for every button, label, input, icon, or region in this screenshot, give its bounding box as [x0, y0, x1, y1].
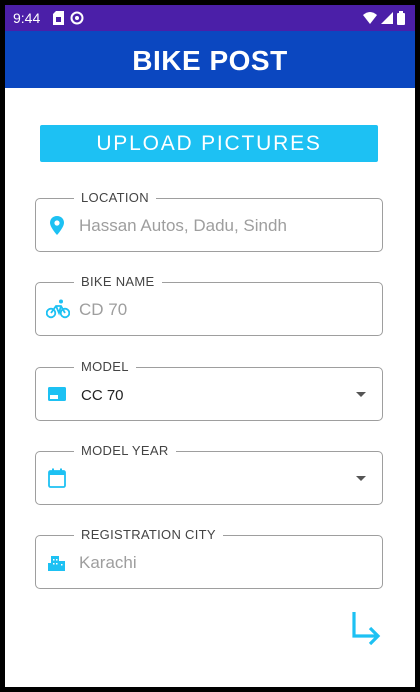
model-card-icon [46, 383, 68, 405]
registration-city-label: REGISTRATION CITY [74, 527, 223, 543]
location-field[interactable]: LOCATION Hassan Autos, Dadu, Sindh [35, 190, 383, 252]
status-time: 9:44 [13, 10, 41, 26]
model-select[interactable]: CC 70 [81, 386, 124, 406]
upload-pictures-button[interactable]: UPLOAD PICTURES [40, 125, 378, 162]
bike-name-field[interactable]: BIKE NAME CD 70 [35, 274, 383, 336]
model-field[interactable]: MODEL CC 70 [35, 359, 383, 421]
location-label: LOCATION [74, 190, 156, 206]
bike-name-label: BIKE NAME [74, 274, 162, 290]
app-bar: BIKE POST [5, 31, 415, 88]
bicycle-icon [45, 298, 71, 320]
sim-card-icon [53, 11, 64, 25]
location-input[interactable]: Hassan Autos, Dadu, Sindh [79, 216, 287, 236]
phone-screen: 9:44 BIKE POST UPLOAD PICTURES LOCATION … [5, 5, 415, 687]
model-year-field[interactable]: MODEL YEAR [35, 443, 383, 505]
battery-icon [397, 11, 405, 25]
bike-name-input[interactable]: CD 70 [79, 300, 127, 320]
chevron-down-icon[interactable] [356, 476, 366, 481]
calendar-icon [46, 467, 68, 489]
registration-city-field[interactable]: REGISTRATION CITY Karachi [35, 527, 383, 589]
wifi-icon [363, 12, 377, 24]
status-bar: 9:44 [5, 5, 415, 31]
page-title: BIKE POST [132, 45, 288, 76]
next-arrow-icon[interactable] [349, 609, 385, 646]
model-year-label: MODEL YEAR [74, 443, 176, 459]
data-saver-icon [70, 11, 84, 25]
location-pin-icon [46, 214, 68, 236]
registration-city-input[interactable]: Karachi [79, 553, 137, 573]
signal-icon [381, 12, 393, 24]
model-label: MODEL [74, 359, 136, 375]
chevron-down-icon[interactable] [356, 392, 366, 397]
city-icon [46, 551, 68, 573]
